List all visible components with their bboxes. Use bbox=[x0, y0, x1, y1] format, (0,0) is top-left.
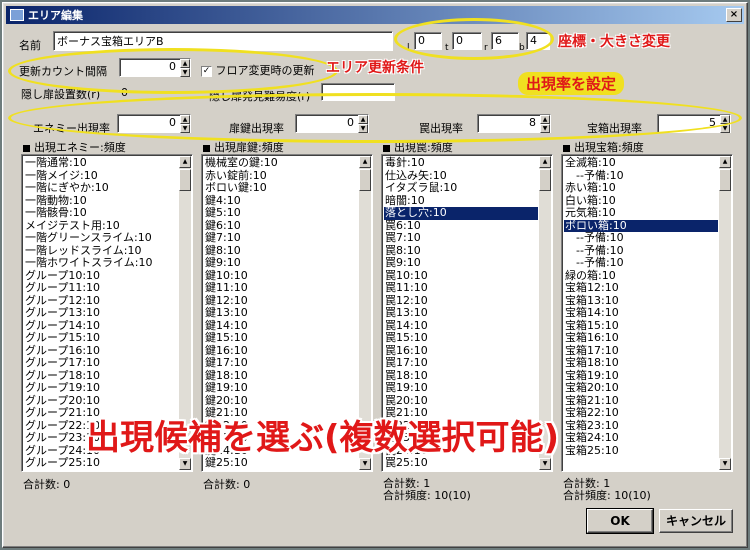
scroll-thumb[interactable] bbox=[359, 169, 371, 191]
list-item[interactable]: 鍵5:10 bbox=[204, 206, 358, 220]
coords-highlight-oval bbox=[394, 18, 554, 60]
list-item[interactable]: グループ11:10 bbox=[24, 281, 178, 295]
scroll-thumb[interactable] bbox=[719, 169, 731, 191]
rate-highlight-oval bbox=[8, 93, 742, 143]
square-bullet-icon bbox=[383, 144, 390, 152]
list-item[interactable]: 鍵17:10 bbox=[204, 356, 358, 370]
chest-total-frequency: 合計頻度: 10(10) bbox=[563, 489, 651, 502]
list-item[interactable]: --予備:10 bbox=[564, 231, 718, 245]
select-annotation: 出現候補を選ぶ(複数選択可能) bbox=[86, 418, 560, 458]
list-item[interactable]: 一階骸骨:10 bbox=[24, 206, 178, 220]
list-item[interactable]: 一階にぎやか:10 bbox=[24, 181, 178, 195]
scroll-up-icon[interactable]: ▲ bbox=[719, 156, 731, 168]
scroll-down-icon[interactable]: ▼ bbox=[179, 458, 191, 470]
title-bar: エリア編集 × bbox=[6, 6, 744, 24]
update-highlight-oval bbox=[8, 48, 338, 94]
chest-list-header: 出現宝箱:頻度 bbox=[563, 139, 644, 155]
scroll-up-icon[interactable]: ▲ bbox=[539, 156, 551, 168]
list-item[interactable]: 一階通常:10 bbox=[24, 156, 178, 170]
scroll-down-icon[interactable]: ▼ bbox=[539, 458, 551, 470]
list-item[interactable]: 全滅箱:10 bbox=[564, 156, 718, 170]
list-item[interactable]: 鍵7:10 bbox=[204, 231, 358, 245]
scroll-thumb[interactable] bbox=[539, 169, 551, 191]
scroll-down-icon[interactable]: ▼ bbox=[359, 458, 371, 470]
app-icon bbox=[10, 9, 24, 21]
vertical-scrollbar[interactable]: ▲ ▼ bbox=[719, 156, 731, 470]
list-item[interactable]: 機械室の鍵:10 bbox=[204, 156, 358, 170]
list-item[interactable]: 宝箱18:10 bbox=[564, 356, 718, 370]
list-item[interactable]: 罠19:10 bbox=[384, 381, 538, 395]
list-item[interactable]: 鍵11:10 bbox=[204, 281, 358, 295]
list-item[interactable]: 一階グリーンスライム:10 bbox=[24, 231, 178, 245]
trap-total-frequency: 合計頻度: 10(10) bbox=[383, 489, 471, 502]
list-item[interactable]: 罠9:10 bbox=[384, 256, 538, 270]
list-item[interactable]: 宝箱25:10 bbox=[564, 444, 718, 458]
list-item[interactable]: 鍵9:10 bbox=[204, 256, 358, 270]
scroll-down-icon[interactable]: ▼ bbox=[719, 458, 731, 470]
list-item[interactable]: 鍵15:10 bbox=[204, 331, 358, 345]
list-item[interactable]: 落とし穴:10 bbox=[384, 206, 538, 220]
list-item[interactable]: ボロい鍵:10 bbox=[204, 181, 358, 195]
list-item[interactable]: 宝箱24:10 bbox=[564, 431, 718, 445]
list-item[interactable]: グループ13:10 bbox=[24, 306, 178, 320]
list-item[interactable]: 罠7:10 bbox=[384, 231, 538, 245]
list-item[interactable]: 宝箱12:10 bbox=[564, 281, 718, 295]
list-item[interactable]: 鍵13:10 bbox=[204, 306, 358, 320]
list-item[interactable]: 元気箱:10 bbox=[564, 206, 718, 220]
cancel-button[interactable]: キャンセル bbox=[659, 509, 733, 533]
square-bullet-icon bbox=[203, 144, 210, 152]
list-item[interactable]: 鍵19:10 bbox=[204, 381, 358, 395]
square-bullet-icon bbox=[563, 144, 570, 152]
rate-annotation: 出現率を設定 bbox=[518, 72, 625, 95]
list-item[interactable]: 宝箱14:10 bbox=[564, 306, 718, 320]
update-annotation: エリア更新条件 bbox=[326, 60, 424, 76]
coords-annotation: 座標・大きさ変更 bbox=[558, 34, 670, 50]
ok-button[interactable]: OK bbox=[586, 508, 654, 534]
list-item[interactable]: イタズラ鼠:10 bbox=[384, 181, 538, 195]
list-item[interactable]: 罠17:10 bbox=[384, 356, 538, 370]
list-items: 全滅箱:10 --予備:10 赤い箱:10 白い箱:10 元気箱:10 ボロい箱:10 --… bbox=[564, 156, 718, 458]
list-item[interactable]: 宝箱20:10 bbox=[564, 381, 718, 395]
list-item[interactable]: 毒針:10 bbox=[384, 156, 538, 170]
list-item[interactable]: グループ17:10 bbox=[24, 356, 178, 370]
scroll-up-icon[interactable]: ▲ bbox=[359, 156, 371, 168]
window-title: エリア編集 bbox=[28, 9, 83, 22]
chest-listbox[interactable]: 全滅箱:10 --予備:10 赤い箱:10 白い箱:10 元気箱:10 ボロい箱:10 --… bbox=[561, 154, 733, 472]
list-item[interactable]: --予備:10 bbox=[564, 256, 718, 270]
scroll-thumb[interactable] bbox=[179, 169, 191, 191]
scroll-up-icon[interactable]: ▲ bbox=[179, 156, 191, 168]
enemy-total-count: 合計数: 0 bbox=[23, 478, 71, 491]
close-button[interactable]: × bbox=[726, 8, 742, 22]
name-input[interactable]: ボーナス宝箱エリアB bbox=[53, 31, 393, 51]
list-item[interactable]: 罠11:10 bbox=[384, 281, 538, 295]
list-item[interactable]: 罠15:10 bbox=[384, 331, 538, 345]
list-item[interactable]: グループ19:10 bbox=[24, 381, 178, 395]
list-item[interactable]: 罠13:10 bbox=[384, 306, 538, 320]
list-item[interactable]: 一階ホワイトスライム:10 bbox=[24, 256, 178, 270]
enemy-list-header: 出現エネミー:頻度 bbox=[23, 139, 126, 155]
list-item[interactable]: 宝箱22:10 bbox=[564, 406, 718, 420]
name-label: 名前 bbox=[19, 39, 41, 52]
square-bullet-icon bbox=[23, 144, 30, 152]
list-item[interactable]: グループ15:10 bbox=[24, 331, 178, 345]
door-key-total-count: 合計数: 0 bbox=[203, 478, 251, 491]
list-item[interactable]: 赤い箱:10 bbox=[564, 181, 718, 195]
list-item[interactable]: 宝箱16:10 bbox=[564, 331, 718, 345]
